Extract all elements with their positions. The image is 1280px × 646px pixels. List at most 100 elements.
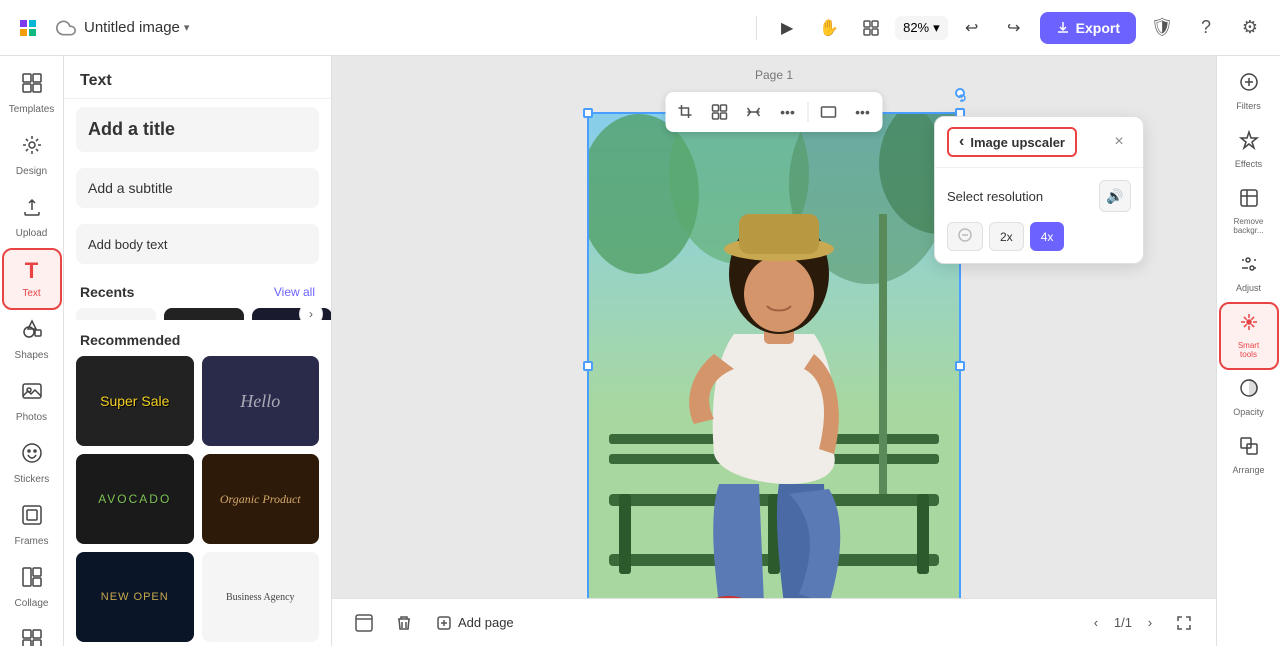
rec-item-super-sale[interactable]: Super Sale [76,356,194,446]
sidebar-item-collage[interactable]: Collage [4,558,60,618]
upscaler-body: Select resolution 🔊 2x 4x [935,168,1143,263]
collage-icon [21,566,43,594]
layout-button[interactable] [853,10,889,46]
handle-middle-right[interactable] [955,361,965,371]
undo-button[interactable]: ↩ [954,10,990,46]
back-icon: ‹ [959,133,964,151]
document-title[interactable]: Untitled image ▾ [84,19,189,36]
sidebar-item-upload[interactable]: Upload [4,188,60,248]
topbar-right: Export 🛡 ? ⚙ [1040,10,1268,46]
recents-row: Tea Time Daily okay. › [64,308,331,320]
redo-button[interactable]: ↪ [996,10,1032,46]
shield-icon-button[interactable]: 🛡 [1144,10,1180,46]
sidebar-item-shapes[interactable]: Shapes [4,310,60,370]
recents-next-button[interactable]: › [299,308,323,320]
recommended-grid: Super Sale Hello AVOCADO Organic Product… [64,356,331,646]
resolution-2x-button[interactable]: 2x [989,222,1024,251]
design-label: Design [16,166,47,178]
canvas-crop-button[interactable] [670,96,702,128]
rec-item-new-open[interactable]: NEW OPEN [76,552,194,642]
document-area: Untitled image ▾ [52,14,744,42]
right-item-arrange[interactable]: Arrange [1221,428,1277,484]
select-resolution-label: Select resolution [947,189,1043,204]
right-item-adjust[interactable]: Adjust [1221,246,1277,302]
divider-1 [756,16,757,40]
right-item-smart-tools[interactable]: Smarttools [1221,304,1277,368]
resolution-disabled-button[interactable] [947,222,983,251]
hand-tool-button[interactable]: ✋ [811,10,847,46]
resolution-4x-button[interactable]: 4x [1030,222,1065,251]
handle-rotate[interactable] [955,88,965,98]
canvas-overflow-button[interactable]: ••• [847,96,879,128]
recent-item-daily[interactable]: Daily [164,308,244,320]
add-title-button[interactable]: Add a title [76,107,319,152]
arrange-icon [1239,436,1259,461]
canvas-resize-button[interactable] [813,96,845,128]
recommended-label: Recommended [80,332,180,348]
sidebar-item-stickers[interactable]: Stickers [4,434,60,494]
canvas-image [589,114,959,614]
canvas-element[interactable] [587,112,961,621]
sidebar-item-frames[interactable]: Frames [4,496,60,556]
delete-page-button[interactable] [388,607,420,639]
text-panel-title: Text [64,56,331,99]
add-subtitle-button[interactable]: Add a subtitle [76,168,319,208]
right-item-filters[interactable]: Filters [1221,64,1277,120]
design-icon [21,134,43,162]
resolution-options: 2x 4x [947,222,1131,251]
right-item-opacity[interactable]: Opacity [1221,370,1277,426]
page-indicator: 1/1 [1114,615,1132,630]
opacity-icon [1239,378,1259,403]
fullscreen-button[interactable] [1168,607,1200,639]
sidebar-item-text[interactable]: T Text [4,250,60,308]
canvas-more-button[interactable]: ••• [772,96,804,128]
stickers-label: Stickers [14,474,50,486]
next-page-button[interactable]: › [1136,609,1164,637]
toolbar-divider [808,102,809,122]
sidebar-item-templates[interactable]: Templates [4,64,60,124]
upscaler-close-button[interactable]: × [1107,130,1131,154]
recent-item-tea-time[interactable]: Tea Time [76,308,156,320]
remove-bg-icon [1239,188,1259,213]
add-page-button[interactable]: Add page [428,609,522,637]
view-all-button[interactable]: View all [274,285,315,299]
prev-page-button[interactable]: ‹ [1082,609,1110,637]
filters-label: Filters [1236,101,1261,112]
volume-button[interactable]: 🔊 [1099,180,1131,212]
play-button[interactable]: ▶ [769,10,805,46]
filters-icon [1239,72,1259,97]
handle-middle-left[interactable] [583,361,593,371]
toolbar-center: ▶ ✋ 82% ▾ ↩ ↪ [769,10,1032,46]
add-body-button[interactable]: Add body text [76,224,319,264]
canvas-flip-button[interactable] [738,96,770,128]
canvas-toolbar: ••• ••• [666,92,883,132]
export-button[interactable]: Export [1040,12,1136,44]
upload-label: Upload [16,228,48,240]
smart-tools-label: Smarttools [1238,341,1259,360]
rec-item-business[interactable]: Business Agency [202,552,320,642]
zoom-control[interactable]: 82% ▾ [895,16,948,40]
settings-button[interactable]: ⚙ [1232,10,1268,46]
sidebar-item-photos[interactable]: Photos [4,372,60,432]
smart-tools-icon [1239,312,1259,337]
sidebar-item-design[interactable]: Design [4,126,60,186]
help-button[interactable]: ? [1188,10,1224,46]
rec-item-hello[interactable]: Hello [202,356,320,446]
image-upscaler-button[interactable]: ‹ Image upscaler [947,127,1077,157]
stickers-icon [21,442,43,470]
rec-item-avocado[interactable]: AVOCADO [76,454,194,544]
right-item-effects[interactable]: Effects [1221,122,1277,178]
logo-button[interactable] [12,12,44,44]
sidebar-item-plugins[interactable]: Plugins [4,620,60,646]
arrange-label: Arrange [1232,465,1264,476]
zoom-chevron-icon: ▾ [933,20,940,36]
rec-item-organic[interactable]: Organic Product [202,454,320,544]
collage-label: Collage [15,598,49,610]
cloud-icon [52,14,80,42]
thumbnail-view-button[interactable] [348,607,380,639]
recommended-section-header: Recommended [64,320,331,356]
right-item-remove-bg[interactable]: Removebackgr... [1221,180,1277,244]
canvas-area: Page 1 ••• [332,56,1216,646]
canvas-grid-button[interactable] [704,96,736,128]
handle-top-left[interactable] [583,108,593,118]
